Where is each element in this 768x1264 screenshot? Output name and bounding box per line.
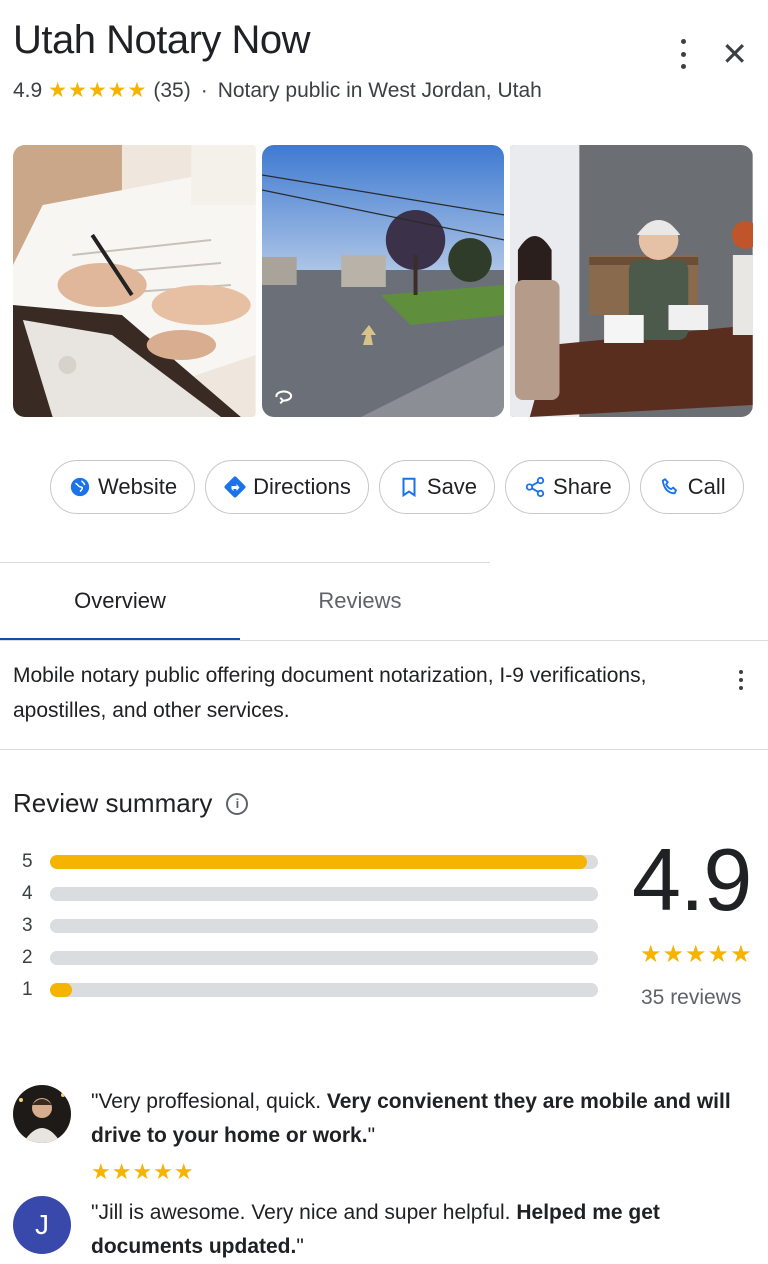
header-icons: ✕ (673, 38, 748, 70)
average-rating-stars: ★★★★★ (640, 941, 753, 968)
call-button[interactable]: Call (639, 460, 744, 514)
rating-bar-label: 4 (22, 883, 33, 904)
rotate-360-icon (275, 390, 292, 405)
place-title: Utah Notary Now (13, 18, 311, 62)
review-text: "Jill is awesome. Very nice and super he… (91, 1196, 761, 1264)
rating-bar-track (50, 983, 598, 997)
rating-bar-row[interactable]: 1 (22, 974, 598, 1006)
rating-bar-label: 1 (22, 979, 33, 1000)
bookmark-icon (397, 475, 421, 499)
review-text-plain: "Jill is awesome. Very nice and super he… (91, 1201, 517, 1224)
description-more-icon[interactable] (738, 670, 744, 690)
action-buttons: Website Directions Save Share Call (50, 460, 744, 514)
directions-label: Directions (253, 474, 351, 499)
rating-bar-label: 5 (22, 851, 33, 872)
review-stars: ★★★★★ (91, 1159, 195, 1184)
save-button[interactable]: Save (378, 460, 496, 514)
directions-button[interactable]: Directions (205, 460, 369, 514)
globe-icon (68, 475, 92, 499)
rating-bar-track (50, 919, 598, 933)
more-options-icon[interactable] (673, 39, 693, 69)
rating-value: 4.9 (13, 78, 43, 102)
review-count-link[interactable]: (35) (153, 79, 190, 103)
website-button[interactable]: Website (50, 460, 196, 514)
rating-bar-fill (50, 983, 72, 997)
avatar (13, 1085, 71, 1143)
review-text-plain: "Very proffesional, quick. (91, 1090, 327, 1113)
rating-bar-fill (50, 855, 588, 869)
share-label: Share (553, 474, 612, 499)
photo-street-view[interactable] (261, 145, 505, 417)
photo-strip (13, 145, 754, 417)
rating-bar-label: 3 (22, 915, 33, 936)
rating-stars: ★★★★★ (48, 79, 148, 102)
avatar: J (13, 1196, 71, 1254)
rating-bar-track (50, 887, 598, 901)
tab-bar: Overview Reviews (0, 562, 490, 641)
rating-distribution: 5 4 3 2 1 (22, 846, 598, 1006)
review-summary-title: Review summary (13, 788, 213, 818)
review-text: "Very proffesional, quick. Very conviene… (91, 1085, 761, 1153)
rating-bar-label: 2 (22, 947, 33, 968)
photo-signing-documents[interactable] (13, 145, 256, 417)
place-description: Mobile notary public offering document n… (13, 664, 647, 722)
review-summary-heading: Review summary i (13, 788, 249, 819)
directions-icon (223, 475, 247, 499)
phone-icon (658, 475, 682, 499)
share-button[interactable]: Share (505, 460, 630, 514)
review-text-end: " (367, 1124, 376, 1147)
review-text-end: " (296, 1235, 304, 1258)
tab-overview[interactable]: Overview (0, 563, 240, 641)
photo-meeting[interactable] (510, 145, 754, 417)
average-rating: 4.9 (632, 830, 752, 929)
rating-bar-row[interactable]: 2 (22, 942, 598, 974)
review-count-link[interactable]: 35 reviews (641, 986, 741, 1010)
close-icon[interactable]: ✕ (721, 38, 748, 70)
website-label: Website (98, 474, 178, 499)
place-header: Utah Notary Now ✕ 4.9 ★★★★★ (35) · Notar… (13, 14, 768, 124)
separator: · (200, 78, 208, 102)
divider (0, 749, 768, 750)
info-icon[interactable]: i (226, 792, 249, 815)
rating-bar-track (50, 951, 598, 965)
place-category[interactable]: Notary public in West Jordan, Utah (218, 79, 542, 103)
save-label: Save (426, 474, 478, 499)
share-icon (523, 475, 547, 499)
tab-reviews[interactable]: Reviews (240, 563, 480, 641)
rating-bar-row[interactable]: 5 (22, 846, 598, 878)
rating-line: 4.9 ★★★★★ (35) · Notary public in West J… (13, 78, 542, 103)
divider (0, 640, 768, 641)
rating-bar-row[interactable]: 4 (22, 878, 598, 910)
rating-bar-track (50, 855, 598, 869)
rating-bar-row[interactable]: 3 (22, 910, 598, 942)
call-label: Call (687, 474, 726, 499)
